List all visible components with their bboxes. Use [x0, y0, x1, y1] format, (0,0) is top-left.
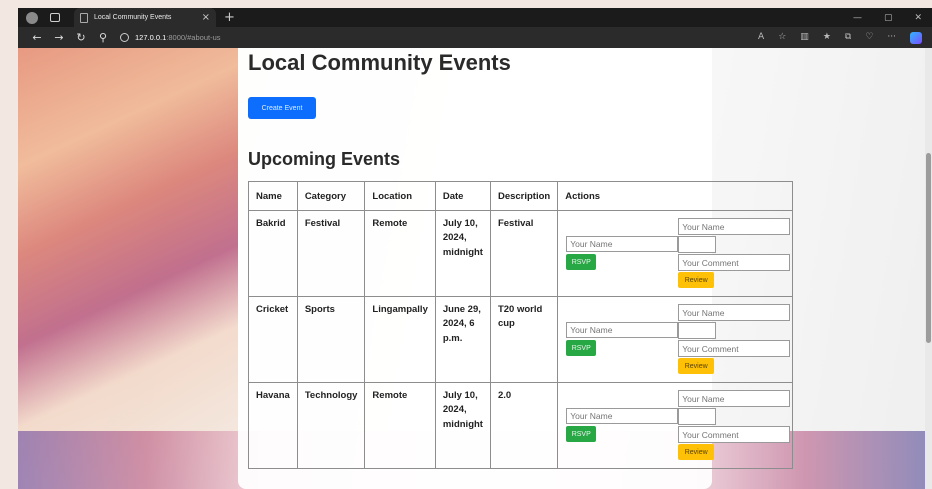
window-controls: — ▢ ✕	[853, 13, 932, 23]
rsvp-name-input[interactable]	[566, 322, 679, 338]
back-icon[interactable]: ←	[26, 31, 48, 44]
site-info-icon[interactable]	[120, 33, 129, 42]
event-category: Sports	[296, 296, 366, 383]
profile-avatar-icon[interactable]	[26, 11, 38, 24]
event-name: Cricket	[248, 296, 298, 383]
event-date: June 29, 2024, 6 p.m.	[434, 296, 491, 383]
tab-actions-icon[interactable]	[50, 13, 60, 22]
favorites-icon[interactable]: ★	[823, 32, 831, 44]
event-category: Technology	[296, 382, 366, 469]
event-name: Bakrid	[248, 210, 298, 297]
close-tab-icon[interactable]: ×	[202, 12, 210, 23]
forward-icon[interactable]: →	[48, 31, 70, 44]
event-actions: RSVP Review	[557, 296, 793, 383]
read-aloud-icon[interactable]: A	[758, 32, 764, 44]
more-menu-icon[interactable]: ···	[887, 32, 896, 44]
address-bar[interactable]: 127.0.0.1 :8000/#about-us	[120, 33, 221, 42]
rating-input[interactable]	[678, 236, 717, 253]
event-location: Lingampally	[364, 296, 436, 383]
browser-toolbar: ← → ↻ ⚲ 127.0.0.1 :8000/#about-us A ☆ ▥ …	[18, 27, 932, 48]
scrollbar-thumb[interactable]	[926, 153, 931, 343]
new-tab-icon[interactable]: +	[224, 10, 235, 25]
rating-input[interactable]	[678, 322, 717, 339]
review-button[interactable]: Review	[678, 272, 715, 288]
extensions-icon[interactable]: ♡	[865, 32, 873, 44]
table-row: Havana Technology Remote July 10, 2024, …	[248, 382, 793, 469]
review-comment-input[interactable]	[678, 340, 791, 357]
review-name-input[interactable]	[678, 390, 791, 407]
event-category: Festival	[296, 210, 366, 297]
rsvp-name-input[interactable]	[566, 236, 679, 252]
page-viewport: Local Community Events Create Event Upco…	[18, 48, 932, 489]
event-description: Festival	[489, 210, 559, 297]
event-description: 2.0	[489, 382, 559, 469]
event-name: Havana	[248, 382, 298, 469]
header-date: Date	[434, 181, 491, 211]
header-location: Location	[364, 181, 436, 211]
tab-local-community-events[interactable]: Local Community Events ×	[74, 8, 216, 27]
page-icon	[80, 12, 88, 23]
event-date: July 10, 2024, midnight	[434, 382, 491, 469]
copilot-icon[interactable]	[910, 31, 922, 44]
event-location: Remote	[364, 210, 436, 297]
table-row: Cricket Sports Lingampally June 29, 2024…	[248, 296, 793, 383]
search-icon[interactable]: ⚲	[92, 31, 114, 44]
section-title: Upcoming Events	[248, 149, 401, 169]
favorite-star-icon[interactable]: ☆	[778, 32, 786, 44]
review-button[interactable]: Review	[678, 444, 715, 460]
rsvp-button[interactable]: RSVP	[566, 254, 597, 270]
event-description: T20 world cup	[489, 296, 559, 383]
tab-bar: Local Community Events × + — ▢ ✕	[18, 8, 932, 27]
event-actions: RSVP Review	[557, 210, 793, 297]
reload-icon[interactable]: ↻	[70, 31, 92, 44]
table-row: Bakrid Festival Remote July 10, 2024, mi…	[248, 210, 793, 297]
url-host: 127.0.0.1	[135, 33, 167, 42]
review-comment-input[interactable]	[678, 426, 791, 443]
rsvp-name-input[interactable]	[566, 408, 679, 424]
split-screen-icon[interactable]: ▥	[800, 32, 809, 44]
event-location: Remote	[364, 382, 436, 469]
header-category: Category	[296, 181, 366, 211]
table-header-row: Name Category Location Date Description …	[248, 181, 793, 211]
page-title: Local Community Events	[248, 50, 511, 75]
browser-chrome: Local Community Events × + — ▢ ✕ ← → ↻ ⚲…	[18, 8, 932, 48]
event-actions: RSVP Review	[557, 382, 793, 469]
review-button[interactable]: Review	[678, 358, 715, 374]
header-actions: Actions	[557, 181, 793, 211]
header-name: Name	[248, 181, 298, 211]
review-name-input[interactable]	[678, 304, 791, 321]
tab-title: Local Community Events	[94, 14, 172, 21]
header-description: Description	[489, 181, 559, 211]
close-window-icon[interactable]: ✕	[914, 13, 922, 23]
maximize-icon[interactable]: ▢	[884, 13, 893, 23]
collections-icon[interactable]: ⧉	[845, 32, 851, 44]
rsvp-button[interactable]: RSVP	[566, 340, 597, 356]
page-scrollbar[interactable]	[925, 48, 932, 489]
url-path: :8000/#about-us	[166, 33, 221, 42]
minimize-icon[interactable]: —	[853, 13, 862, 23]
toolbar-icons: A ☆ ▥ ★ ⧉ ♡ ···	[758, 31, 932, 44]
background-art-left	[18, 48, 238, 489]
rating-input[interactable]	[678, 408, 717, 425]
review-name-input[interactable]	[678, 218, 791, 235]
event-date: July 10, 2024, midnight	[434, 210, 491, 297]
create-event-button[interactable]: Create Event	[248, 97, 316, 119]
review-comment-input[interactable]	[678, 254, 791, 271]
events-table: Name Category Location Date Description …	[248, 181, 793, 469]
rsvp-button[interactable]: RSVP	[566, 426, 597, 442]
